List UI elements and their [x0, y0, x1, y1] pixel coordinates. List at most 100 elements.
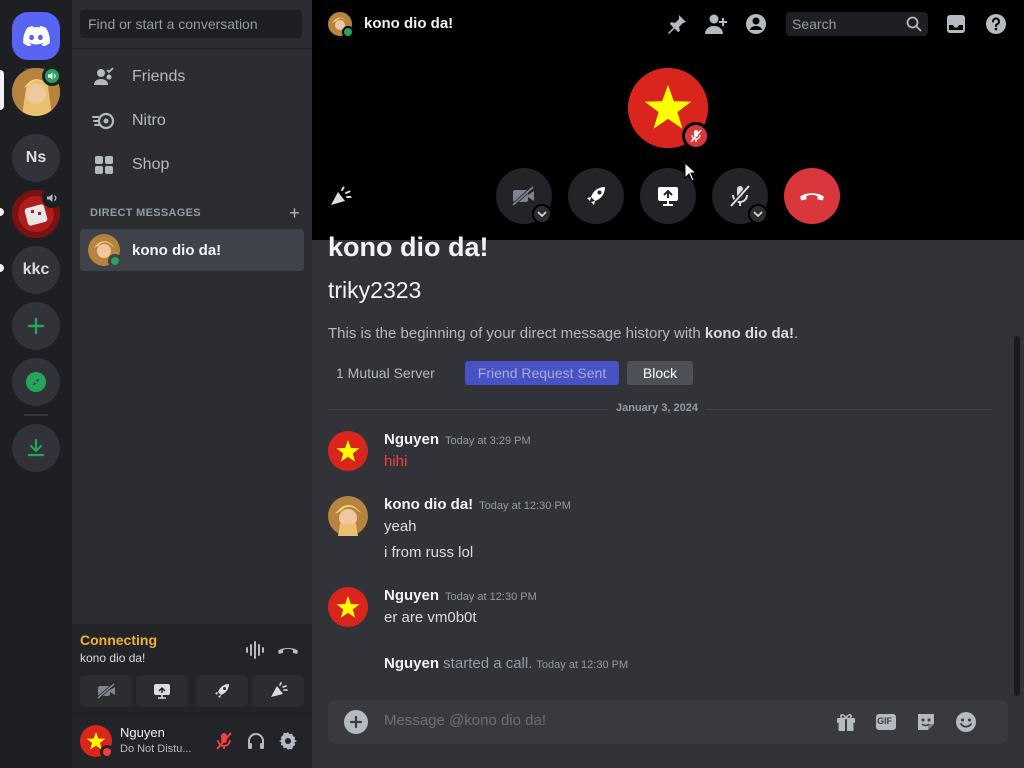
- sidebar-item-shop[interactable]: Shop: [80, 144, 304, 186]
- mic-muted-icon: [216, 732, 232, 750]
- compass-icon: [26, 372, 46, 392]
- intro-name: kono dio da!: [704, 325, 795, 342]
- voice-activity-button[interactable]: [196, 675, 248, 707]
- friend-request-sent-button[interactable]: Friend Request Sent: [465, 361, 619, 385]
- user-profile-icon: [746, 14, 766, 34]
- search-input[interactable]: Search: [786, 12, 928, 36]
- dnd-status-indicator: [100, 745, 114, 759]
- sidebar-item-label: Shop: [132, 156, 170, 173]
- voice-camera-button[interactable]: [80, 675, 132, 707]
- soundboard-icon: [271, 682, 288, 697]
- voice-screenshare-button[interactable]: [136, 675, 188, 707]
- help-button[interactable]: [984, 12, 1008, 36]
- inbox-button[interactable]: [944, 12, 968, 36]
- plus-icon: [27, 317, 45, 335]
- voice-soundboard-button[interactable]: [252, 675, 304, 707]
- intro-suffix: .: [794, 325, 799, 342]
- screen-share-icon: [154, 684, 170, 699]
- speaker-icon: [47, 194, 57, 202]
- dm-item-name: kono dio da!: [132, 241, 222, 259]
- gift-icon: [837, 714, 855, 731]
- direct-messages-header: DIRECT MESSAGES +: [90, 204, 300, 222]
- user-settings-button[interactable]: [276, 729, 300, 753]
- activity-button[interactable]: [568, 168, 624, 224]
- search-icon: [906, 16, 922, 32]
- chat-welcome-title: kono dio da!: [328, 232, 489, 262]
- online-status-indicator: [108, 254, 122, 268]
- message-author[interactable]: Nguyen: [384, 431, 439, 448]
- deafen-button[interactable]: [244, 729, 268, 753]
- search-placeholder: Search: [792, 16, 837, 32]
- message-header: Nguyen Today at 3:29 PM: [384, 431, 531, 448]
- message-timestamp: Today at 3:29 PM: [445, 435, 531, 447]
- sticker-picker-button[interactable]: [914, 710, 938, 734]
- soundboard-toggle-button[interactable]: [328, 186, 352, 210]
- end-call-button[interactable]: [784, 168, 840, 224]
- call-area: kono dio da! Search: [312, 0, 1024, 240]
- add-friends-to-dm-button[interactable]: [704, 12, 728, 36]
- find-conversation-input[interactable]: Find or start a conversation: [80, 10, 302, 38]
- message-composer: Message @kono dio da! GIF: [328, 700, 1008, 744]
- message-header: kono dio da! Today at 12:30 PM: [384, 496, 571, 513]
- home-button[interactable]: [12, 12, 60, 60]
- nitro-icon: [92, 109, 116, 133]
- sidebar-item-label: Nitro: [132, 112, 166, 129]
- download-apps-button[interactable]: [12, 424, 60, 472]
- chat-username: triky2323: [328, 277, 422, 303]
- noise-suppression-button[interactable]: [244, 638, 268, 662]
- mouse-cursor-icon: [684, 162, 698, 182]
- message-content: i from russ lol: [384, 544, 474, 561]
- message-input[interactable]: Message @kono dio da!: [384, 712, 546, 729]
- inbox-icon: [947, 15, 965, 33]
- speaker-icon: [45, 69, 59, 83]
- chat-scrollbar[interactable]: [1014, 336, 1020, 696]
- camera-options-button[interactable]: [532, 204, 552, 224]
- server-kkc[interactable]: kkc: [12, 246, 60, 294]
- message-author[interactable]: kono dio da!: [384, 496, 473, 513]
- hang-up-icon: [278, 648, 298, 654]
- message-avatar[interactable]: [328, 496, 368, 536]
- disconnect-button[interactable]: [276, 638, 300, 662]
- mutual-servers-link[interactable]: 1 Mutual Server: [336, 365, 435, 381]
- user-name: Nguyen: [120, 725, 165, 740]
- camera-off-icon: [511, 185, 535, 207]
- voice-channel-name[interactable]: kono dio da!: [80, 651, 145, 665]
- sidebar-divider: [72, 48, 312, 49]
- message-avatar[interactable]: [328, 587, 368, 627]
- microphone-options-button[interactable]: [748, 204, 768, 224]
- unread-indicator: [0, 264, 4, 272]
- date-divider-label: January 3, 2024: [608, 402, 706, 414]
- message-author[interactable]: Nguyen: [384, 587, 439, 604]
- emoji-picker-button[interactable]: [954, 710, 978, 734]
- pinned-messages-button[interactable]: [665, 12, 689, 36]
- hang-up-icon: [800, 193, 824, 201]
- create-dm-button[interactable]: +: [289, 204, 300, 222]
- message-timestamp: Today at 12:30 PM: [479, 500, 571, 512]
- sidebar-item-nitro[interactable]: Nitro: [80, 100, 304, 142]
- mic-muted-icon: [690, 129, 702, 143]
- user-avatar[interactable]: [80, 725, 114, 759]
- message-avatar[interactable]: [328, 431, 368, 471]
- sticker-icon: [918, 714, 934, 730]
- system-message-author[interactable]: Nguyen: [384, 655, 439, 672]
- user-profile-button[interactable]: [744, 12, 768, 36]
- sound-wave-icon: [246, 641, 264, 659]
- block-button[interactable]: Block: [627, 361, 693, 385]
- mute-button[interactable]: [212, 729, 236, 753]
- dm-item-kono-dio-da[interactable]: kono dio da!: [80, 229, 304, 271]
- server-ns[interactable]: Ns: [12, 134, 60, 182]
- gift-button[interactable]: [834, 710, 858, 734]
- system-message-call-started: Nguyen started a call. Today at 12:30 PM: [384, 655, 628, 672]
- page-title: kono dio da!: [364, 15, 454, 32]
- message-content: hihi: [384, 453, 408, 470]
- sidebar-item-friends[interactable]: Friends: [80, 56, 304, 98]
- gif-label: GIF: [877, 716, 892, 726]
- voice-status[interactable]: Connecting: [80, 632, 157, 648]
- mic-muted-icon: [729, 184, 751, 208]
- add-server-button[interactable]: [12, 302, 60, 350]
- upload-button[interactable]: [344, 710, 368, 734]
- sidebar-item-label: Friends: [132, 68, 186, 85]
- gif-picker-button[interactable]: GIF: [874, 710, 898, 734]
- voice-connection-panel: Connecting kono dio da!: [72, 624, 312, 714]
- explore-servers-button[interactable]: [12, 358, 60, 406]
